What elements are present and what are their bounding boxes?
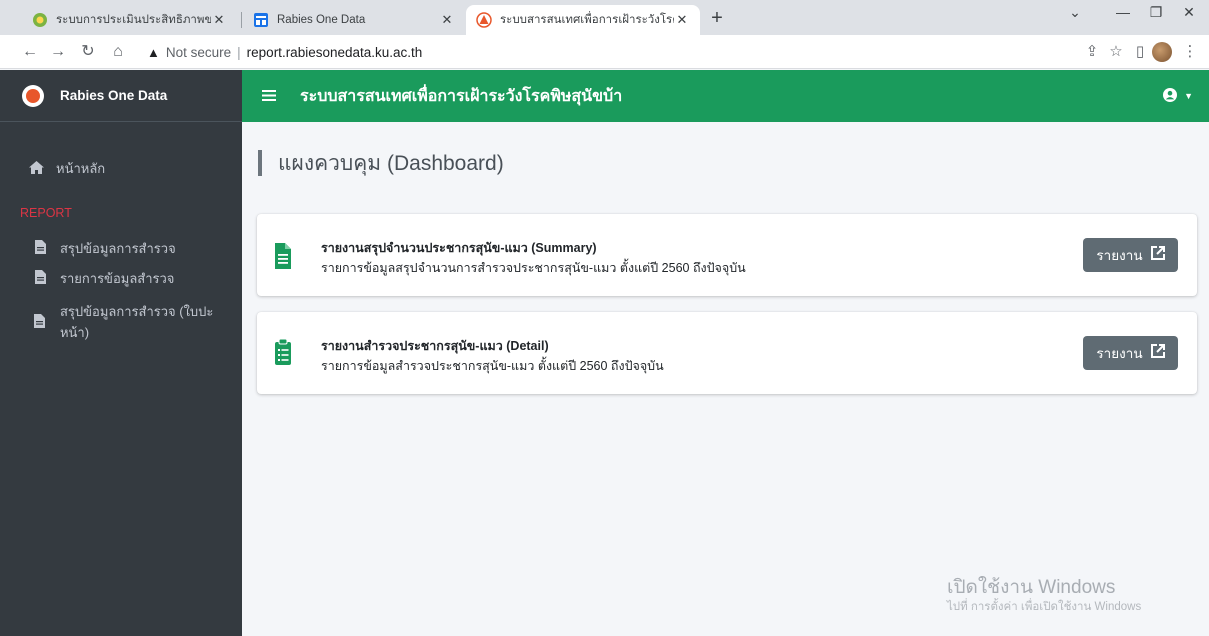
report-card-detail: รายงานสำรวจประชากรสุนัข-แมว (Detail) ราย… [257, 312, 1197, 394]
share-icon[interactable]: ⇪ [1083, 43, 1101, 61]
tab-title: Rabies One Data [277, 14, 366, 26]
tab-title: ระบบการประเมินประสิทธิภาพขององค์ก [56, 14, 211, 26]
more-menu-icon[interactable]: ⋮ [1181, 43, 1199, 61]
minimize-icon[interactable]: — [1108, 4, 1138, 20]
tab-close-icon[interactable]: ✕ [674, 12, 690, 28]
brand-name: Rabies One Data [60, 88, 168, 103]
browser-toolbar: ← → ↻ ⌂ ▲ Not secure | report.rabiesoned… [0, 35, 1209, 69]
side-panel-icon[interactable]: ▯ [1131, 43, 1149, 61]
address-bar[interactable]: ▲ Not secure | report.rabiesonedata.ku.a… [147, 40, 422, 64]
app-title: ระบบสารสนเทศเพื่อการเฝ้าระวังโรคพิษสุนัข… [300, 87, 623, 105]
brand-link[interactable]: Rabies One Data [0, 70, 242, 122]
browser-tab-active[interactable]: ระบบสารสนเทศเพื่อการเฝ้าระวังโรคพิษ ✕ [466, 5, 700, 35]
tab-close-icon[interactable]: ✕ [211, 12, 227, 28]
profile-avatar[interactable] [1152, 42, 1172, 62]
menu-toggle-icon[interactable] [262, 86, 280, 106]
security-label: Not secure [165, 44, 232, 60]
url-text: report.rabiesonedata.ku.ac.th [246, 44, 423, 60]
file-icon [32, 240, 48, 257]
card-title: รายงานสำรวจประชากรสุนัข-แมว (Detail) [321, 339, 549, 353]
reload-icon[interactable]: ↻ [78, 43, 98, 61]
browser-tab-rabies-one-data[interactable]: Rabies One Data ✕ [243, 5, 465, 35]
sidebar-item-survey-summary[interactable]: สรุปข้อมูลการสำรวจ [32, 238, 176, 259]
home-icon [28, 160, 44, 177]
windows-activation-subtitle: ไปที่ การตั้งค่า เพื่อเปิดใช้งาน Windows [947, 601, 1142, 613]
title-accent-bar [258, 150, 262, 176]
report-button-summary[interactable]: รายงาน [1083, 238, 1178, 272]
warning-icon[interactable]: ▲ [147, 45, 160, 60]
report-card-summary: รายงานสรุปจำนวนประชากรสุนัข-แมว (Summary… [257, 214, 1197, 296]
button-label: รายงาน [1096, 248, 1143, 263]
user-menu-dropdown[interactable]: ▼ [1163, 88, 1193, 105]
browser-tab-strip: ระบบการประเมินประสิทธิภาพขององค์ก ✕ Rabi… [0, 0, 1209, 35]
close-window-icon[interactable]: ✕ [1174, 4, 1204, 21]
bookmark-star-icon[interactable]: ☆ [1107, 43, 1125, 61]
tab-title: ระบบสารสนเทศเพื่อการเฝ้าระวังโรคพิษ [500, 14, 674, 26]
site-favicon-icon [476, 12, 492, 28]
report-button-detail[interactable]: รายงาน [1083, 336, 1178, 370]
new-tab-button[interactable]: + [705, 7, 729, 30]
sidebar-section-header: REPORT [20, 206, 72, 220]
sidebar-item-label: รายการข้อมูลสำรวจ [60, 271, 175, 286]
card-title: รายงานสรุปจำนวนประชากรสุนัข-แมว (Summary… [321, 241, 597, 255]
sidebar-item-survey-cover[interactable]: สรุปข้อมูลการสำรวจ (ใบปะหน้า) [32, 301, 242, 343]
sidebar-item-survey-list[interactable]: รายการข้อมูลสำรวจ [32, 268, 174, 289]
brand-logo-icon [22, 84, 44, 107]
page-title: แผงควบคุม (Dashboard) [258, 150, 504, 176]
back-icon[interactable]: ← [20, 43, 40, 61]
site-favicon-icon [254, 13, 268, 27]
sidebar: Rabies One Data หน้าหลัก REPORT สรุปข้อม… [0, 70, 242, 636]
site-favicon-icon [33, 13, 47, 27]
button-label: รายงาน [1096, 346, 1143, 361]
tab-search-icon[interactable]: ⌄ [1060, 4, 1090, 21]
browser-tab-evaluation[interactable]: ระบบการประเมินประสิทธิภาพขององค์ก ✕ [22, 5, 237, 35]
sidebar-item-label: สรุปข้อมูลการสำรวจ [60, 241, 176, 256]
home-button-icon[interactable]: ⌂ [108, 43, 128, 61]
clipboard-list-icon [275, 339, 291, 365]
file-icon [32, 313, 48, 331]
main-content: แผงควบคุม (Dashboard) รายงานสรุปจำนวนประ… [242, 122, 1209, 636]
tab-separator [241, 12, 242, 28]
sidebar-item-home[interactable]: หน้าหลัก [28, 158, 105, 179]
sidebar-item-label: หน้าหลัก [56, 161, 106, 176]
file-icon [32, 270, 48, 287]
page-title-text: แผงควบคุม (Dashboard) [278, 151, 504, 175]
card-subtitle: รายการข้อมูลสรุปจำนวนการสำรวจประชากรสุนั… [321, 261, 746, 275]
sidebar-item-label: สรุปข้อมูลการสำรวจ (ใบปะหน้า) [59, 304, 214, 340]
card-subtitle: รายการข้อมูลสำรวจประชากรสุนัข-แมว ตั้งแต… [321, 359, 664, 373]
tab-close-icon[interactable]: ✕ [439, 12, 455, 28]
external-link-icon [1150, 344, 1165, 362]
user-circle-icon [1163, 88, 1178, 102]
restore-icon[interactable]: ❐ [1141, 4, 1171, 21]
file-text-icon [275, 243, 291, 269]
top-navbar: ระบบสารสนเทศเพื่อการเฝ้าระวังโรคพิษสุนัข… [242, 70, 1209, 122]
caret-down-icon: ▼ [1184, 91, 1193, 101]
forward-icon[interactable]: → [48, 43, 68, 61]
external-link-icon [1150, 246, 1165, 264]
divider: | [237, 44, 241, 60]
